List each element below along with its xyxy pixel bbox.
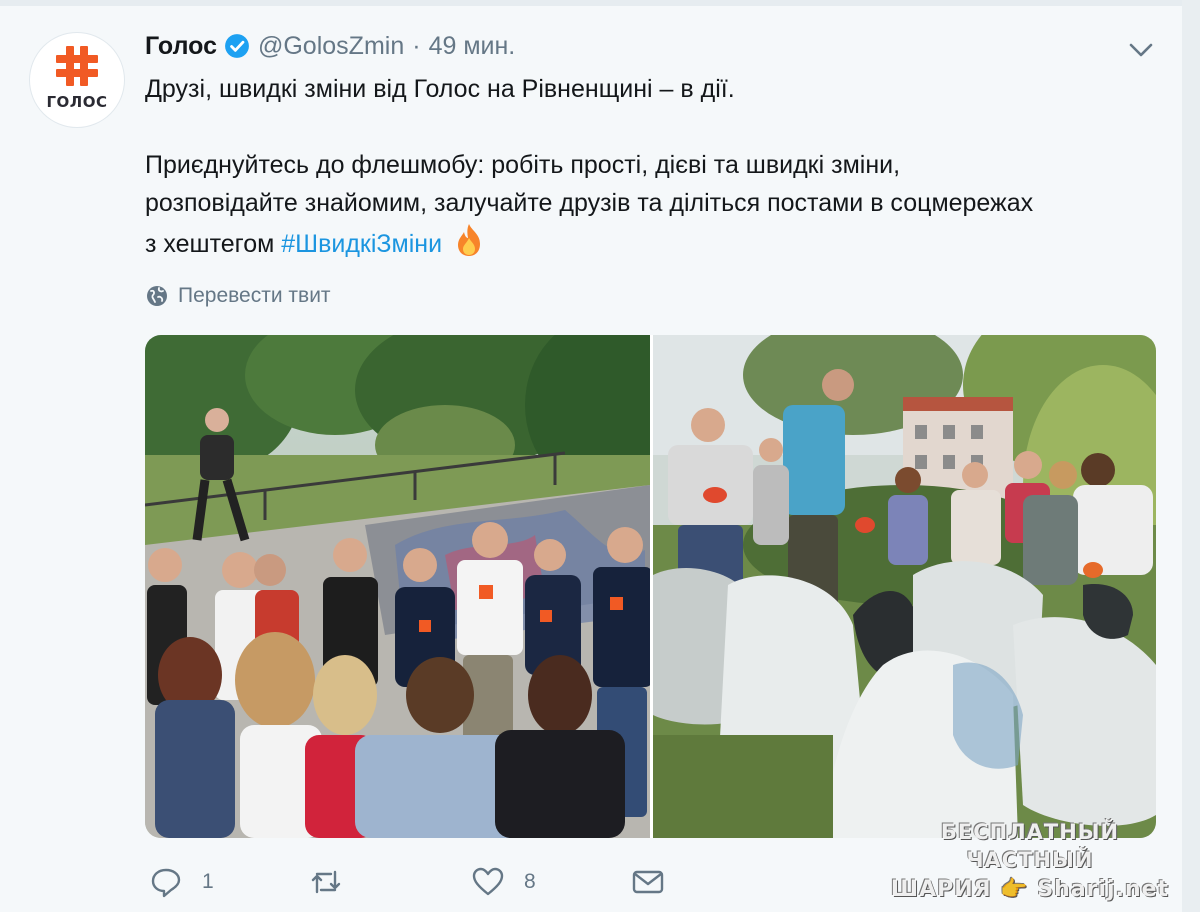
tweet-text-line: з хештегом #ШвидкіЗміни xyxy=(145,222,1165,263)
fire-emoji-icon xyxy=(458,224,481,256)
reply-count: 1 xyxy=(202,870,214,893)
like-button[interactable]: 8 xyxy=(472,866,536,898)
tweet-media[interactable] xyxy=(145,335,1156,838)
like-count: 8 xyxy=(524,870,536,893)
author-handle[interactable]: @GolosZmin xyxy=(258,32,404,61)
retweet-button[interactable] xyxy=(310,866,362,898)
translate-label: Перевести твит xyxy=(178,284,331,307)
envelope-icon xyxy=(632,870,664,894)
reply-button[interactable]: 1 xyxy=(150,866,214,898)
tweet-text-line: розповідайте знайомим, залучайте друзів … xyxy=(145,189,1034,217)
hashtag-prefix: з хештегом xyxy=(145,230,282,258)
photo-group-skatepark[interactable] xyxy=(145,335,650,838)
hashtag-link[interactable]: #ШвидкіЗміни xyxy=(281,230,442,258)
tweet-actions: 1 8 xyxy=(0,866,1182,902)
right-gutter xyxy=(1182,0,1200,912)
tweet-text-line: Приєднуйтесь до флешмобу: робіть прості,… xyxy=(145,151,901,179)
timestamp[interactable]: 49 мин. xyxy=(429,32,516,61)
avatar[interactable]: ГОЛОС xyxy=(30,33,124,127)
golos-hash-logo-icon xyxy=(56,46,98,86)
tweet-card: ГОЛОС Голос @GolosZmin · 49 мин. Друзі, … xyxy=(0,0,1200,912)
verified-badge-icon xyxy=(225,34,249,58)
tweet-header: Голос @GolosZmin · 49 мин. xyxy=(145,30,515,62)
direct-message-button[interactable] xyxy=(632,866,664,898)
reply-icon xyxy=(151,868,181,898)
heart-icon xyxy=(472,867,504,896)
translate-tweet-link[interactable]: Перевести твит xyxy=(146,284,331,308)
chevron-down-icon[interactable] xyxy=(1128,40,1154,60)
tweet-text: Друзі, швидкі зміни від Голос на Рівненщ… xyxy=(145,70,1165,263)
separator-dot: · xyxy=(412,31,421,60)
globe-icon xyxy=(147,286,167,306)
retweet-icon xyxy=(311,870,341,894)
top-divider xyxy=(0,0,1200,6)
avatar-label: ГОЛОС xyxy=(46,93,108,111)
tweet-text-line: Друзі, швидкі зміни від Голос на Рівненщ… xyxy=(145,75,735,103)
photo-trash-bags[interactable] xyxy=(653,335,1156,838)
author-name[interactable]: Голос xyxy=(145,32,217,61)
